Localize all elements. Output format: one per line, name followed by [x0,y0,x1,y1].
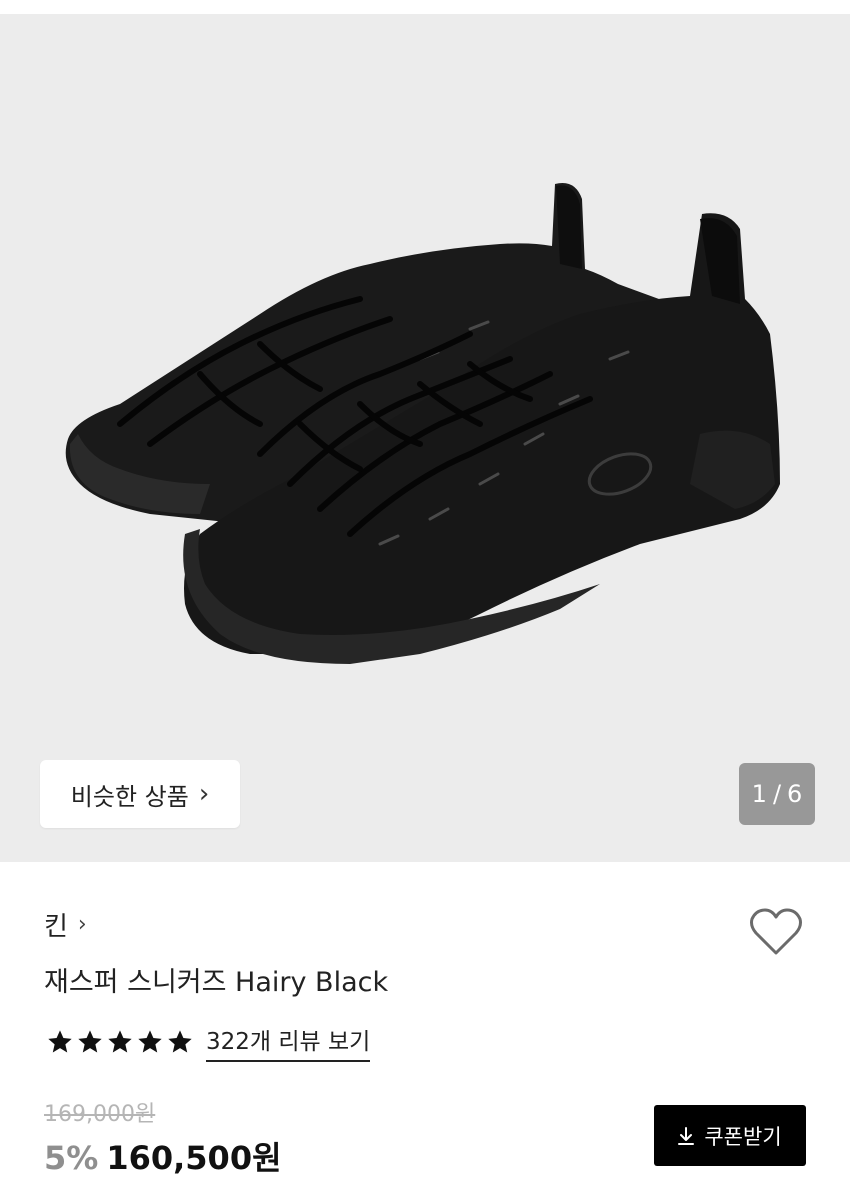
rating-row: 322개 리뷰 보기 [46,1022,371,1062]
image-counter-current: 1 [751,780,767,808]
star-icon [168,1030,192,1053]
chevron-right-icon: › [77,912,87,937]
star-icon [108,1030,132,1053]
chevron-right-icon: › [198,779,210,809]
product-image-gallery[interactable]: 비슷한 상품 › 1 / 6 [0,14,850,862]
product-name: 재스퍼 스니커즈 Hairy Black [44,967,389,998]
price-row: 5% 160,500원 [44,1133,282,1179]
image-counter-separator: / [772,780,782,808]
heart-outline-icon [750,908,802,955]
image-counter: 1 / 6 [739,763,815,825]
coupon-label: 쿠폰받기 [704,1124,782,1149]
discount-rate: 5% [44,1139,99,1177]
star-icon [78,1030,102,1053]
star-icon [48,1030,72,1053]
original-price: 169,000원 [44,1102,156,1127]
brand-link[interactable]: 킨 › [44,906,87,943]
similar-products-label: 비슷한 상품 [70,782,189,811]
wishlist-button[interactable] [748,906,804,958]
product-image [65,183,780,664]
similar-products-button[interactable]: 비슷한 상품 › [40,760,240,828]
get-coupon-button[interactable]: 쿠폰받기 [654,1105,806,1166]
image-counter-total: 6 [787,780,803,808]
star-rating [46,1028,194,1056]
star-icon [138,1030,162,1053]
download-icon [678,1126,695,1145]
brand-name: 킨 [44,912,68,942]
reviews-link[interactable]: 322개 리뷰 보기 [206,1022,371,1062]
sale-price: 160,500원 [106,1139,282,1177]
